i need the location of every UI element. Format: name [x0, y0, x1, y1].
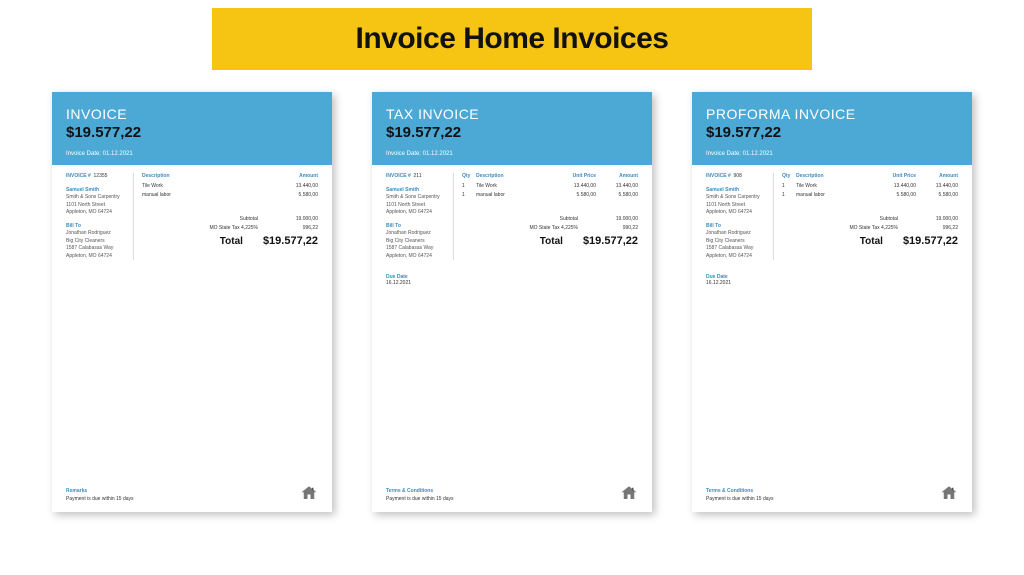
line-header: QtyDescriptionUnit PriceAmount [782, 173, 958, 179]
col-qty: Qty [782, 173, 796, 179]
line-item: 1Tile Work13.440,0013.440,00 [462, 183, 638, 189]
card-body: INVOICE # 211Samuel SmithSmith & Sons Ca… [372, 165, 652, 482]
invoice-date: Invoice Date: 01.12.2021 [706, 151, 958, 157]
line-header: DescriptionAmount [142, 173, 318, 179]
col-amount: Amount [916, 173, 958, 179]
invoice-card: PROFORMA INVOICE $19.577,22 Invoice Date: … [692, 92, 972, 512]
card-footer: Terms & Conditions Payment is due within … [372, 482, 652, 512]
total-value: $19.577,22 [903, 235, 958, 247]
col-qty: Qty [462, 173, 476, 179]
col-description: Description [796, 173, 874, 179]
due-date-block: Due Date16.12.2021 [706, 274, 958, 286]
house-icon [940, 484, 958, 502]
house-icon [300, 484, 318, 502]
terms-text: Payment is due within 15 days [706, 496, 958, 502]
line-item: 1Tile Work13.440,0013.440,00 [782, 183, 958, 189]
card-header: PROFORMA INVOICE $19.577,22 Invoice Date: … [692, 92, 972, 165]
line-item: 1manual labor5.580,005.580,00 [462, 192, 638, 198]
document-amount: $19.577,22 [386, 124, 638, 141]
addresses-column: INVOICE # 211Samuel SmithSmith & Sons Ca… [386, 173, 454, 260]
terms-text: Payment is due within 15 days [66, 496, 318, 502]
totals-block: Subtotal19.000,00MO State Tax 4,225%990,… [462, 216, 638, 247]
items-column: DescriptionAmount Tile Work13.440,00 manua… [142, 173, 318, 260]
total-label: Total [540, 236, 583, 247]
totals-block: Subtotal19.000,00MO State Tax 4,225%996,… [782, 216, 958, 247]
col-amount: Amount [276, 173, 318, 179]
house-icon [620, 484, 638, 502]
line-header: QtyDescriptionUnit PriceAmount [462, 173, 638, 179]
terms-text: Payment is due within 15 days [386, 496, 638, 502]
line-item: manual labor5.580,00 [142, 192, 318, 198]
card-body: INVOICE # 908Samuel SmithSmith & Sons Ca… [692, 165, 972, 482]
items-column: QtyDescriptionUnit PriceAmount 1Tile Work… [782, 173, 958, 260]
title-banner: Invoice Home Invoices [212, 8, 812, 70]
col-unit-price: Unit Price [874, 173, 916, 179]
invoice-card: INVOICE $19.577,22 Invoice Date: 01.12.202… [52, 92, 332, 512]
addresses-column: INVOICE # 12355Samuel SmithSmith & Sons … [66, 173, 134, 260]
due-date-block: Due Date16.12.2021 [386, 274, 638, 286]
document-title: PROFORMA INVOICE [706, 106, 958, 122]
terms-label: Terms & Conditions [386, 488, 638, 494]
card-body: INVOICE # 12355Samuel SmithSmith & Sons … [52, 165, 332, 482]
col-unit-price: Unit Price [554, 173, 596, 179]
invoice-card: TAX INVOICE $19.577,22 Invoice Date: 01.12… [372, 92, 652, 512]
total-value: $19.577,22 [583, 235, 638, 247]
invoice-date: Invoice Date: 01.12.2021 [386, 151, 638, 157]
card-footer: Remarks Payment is due within 15 days [52, 482, 332, 512]
document-title: TAX INVOICE [386, 106, 638, 122]
col-description: Description [476, 173, 554, 179]
banner-title: Invoice Home Invoices [356, 22, 669, 55]
total-label: Total [220, 236, 263, 247]
addresses-column: INVOICE # 908Samuel SmithSmith & Sons Ca… [706, 173, 774, 260]
cards-row: INVOICE $19.577,22 Invoice Date: 01.12.202… [0, 92, 1024, 512]
items-column: QtyDescriptionUnit PriceAmount 1Tile Work… [462, 173, 638, 260]
document-amount: $19.577,22 [66, 124, 318, 141]
total-value: $19.577,22 [263, 235, 318, 247]
totals-block: Subtotal19.000,00MO State Tax 4,225%996,… [142, 216, 318, 247]
card-footer: Terms & Conditions Payment is due within … [692, 482, 972, 512]
line-item: Tile Work13.440,00 [142, 183, 318, 189]
line-item: 1manual labor5.580,005.580,00 [782, 192, 958, 198]
col-amount: Amount [596, 173, 638, 179]
invoice-date: Invoice Date: 01.12.2021 [66, 151, 318, 157]
card-header: TAX INVOICE $19.577,22 Invoice Date: 01.12… [372, 92, 652, 165]
card-header: INVOICE $19.577,22 Invoice Date: 01.12.202… [52, 92, 332, 165]
terms-label: Terms & Conditions [706, 488, 958, 494]
terms-label: Remarks [66, 488, 318, 494]
document-amount: $19.577,22 [706, 124, 958, 141]
document-title: INVOICE [66, 106, 318, 122]
col-description: Description [142, 173, 276, 179]
total-label: Total [860, 236, 903, 247]
